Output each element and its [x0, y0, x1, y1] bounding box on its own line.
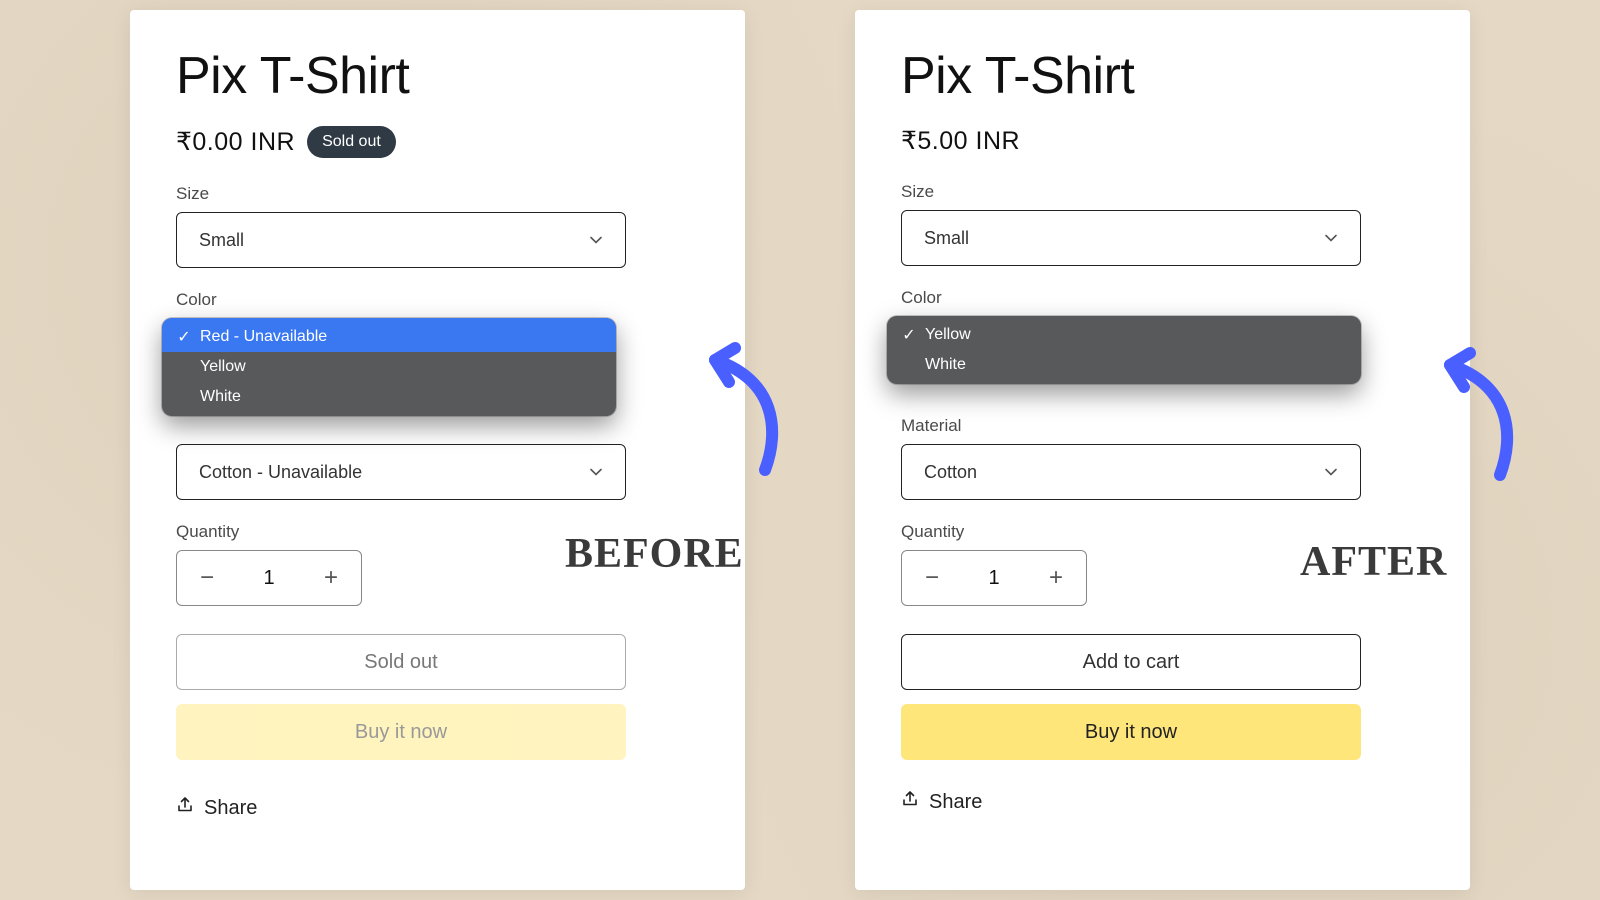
quantity-value: 1: [962, 567, 1026, 590]
buy-now-button[interactable]: Buy it now: [176, 704, 626, 760]
quantity-value: 1: [237, 567, 301, 590]
price-row: ₹0.00 INR Sold out: [176, 126, 699, 158]
color-option-red[interactable]: ✓ Red - Unavailable: [162, 318, 616, 352]
color-option-label: Yellow: [925, 326, 971, 344]
color-label: Color: [901, 288, 1424, 308]
color-option-label: Yellow: [200, 358, 246, 376]
after-caption: AFTER: [1300, 538, 1447, 586]
material-select-value: Cotton - Unavailable: [199, 462, 362, 483]
buy-now-button-label: Buy it now: [1085, 721, 1177, 744]
check-icon: ✓: [174, 327, 194, 347]
color-dropdown[interactable]: ✓ Red - Unavailable Yellow White: [162, 318, 616, 416]
chevron-down-icon: [1324, 231, 1338, 245]
size-select-value: Small: [924, 228, 969, 249]
size-label: Size: [901, 182, 1424, 202]
quantity-stepper: − 1 +: [176, 550, 362, 606]
size-select-value: Small: [199, 230, 244, 251]
color-option-label: White: [925, 356, 966, 374]
size-label: Size: [176, 184, 699, 204]
size-select[interactable]: Small: [901, 210, 1361, 266]
quantity-decrement-button[interactable]: −: [902, 551, 962, 605]
price-text: ₹0.00 INR: [176, 127, 295, 157]
after-card: Pix T-Shirt ₹5.00 INR Size Small Color ✓…: [855, 10, 1470, 890]
color-option-yellow[interactable]: Yellow: [162, 352, 616, 382]
quantity-increment-button[interactable]: +: [1026, 551, 1086, 605]
share-label: Share: [204, 797, 257, 820]
check-icon: ✓: [899, 325, 919, 345]
material-label: Material: [901, 416, 1424, 436]
material-select-value: Cotton: [924, 462, 977, 483]
material-select[interactable]: Cotton - Unavailable: [176, 444, 626, 500]
quantity-increment-button[interactable]: +: [301, 551, 361, 605]
soldout-button: Sold out: [176, 634, 626, 690]
color-option-yellow[interactable]: ✓ Yellow: [887, 316, 1361, 350]
chevron-down-icon: [1324, 465, 1338, 479]
share-button[interactable]: Share: [176, 796, 699, 820]
quantity-decrement-button[interactable]: −: [177, 551, 237, 605]
add-to-cart-button[interactable]: Add to cart: [901, 634, 1361, 690]
annotation-arrow-icon: [1420, 345, 1520, 475]
color-option-label: Red - Unavailable: [200, 328, 327, 346]
quantity-stepper: − 1 +: [901, 550, 1087, 606]
product-title: Pix T-Shirt: [901, 46, 1424, 106]
color-option-label: White: [200, 388, 241, 406]
size-select[interactable]: Small: [176, 212, 626, 268]
share-label: Share: [929, 791, 982, 814]
soldout-button-label: Sold out: [364, 651, 437, 674]
material-select[interactable]: Cotton: [901, 444, 1361, 500]
color-option-white[interactable]: White: [162, 382, 616, 416]
share-icon: [901, 790, 919, 814]
price-row: ₹5.00 INR: [901, 126, 1424, 156]
buy-now-button[interactable]: Buy it now: [901, 704, 1361, 760]
color-label: Color: [176, 290, 699, 310]
annotation-arrow-icon: [685, 340, 785, 470]
share-button[interactable]: Share: [901, 790, 1424, 814]
chevron-down-icon: [589, 233, 603, 247]
chevron-down-icon: [589, 465, 603, 479]
color-option-white[interactable]: White: [887, 350, 1361, 384]
buy-now-button-label: Buy it now: [355, 721, 447, 744]
soldout-badge: Sold out: [307, 126, 396, 158]
before-card: Pix T-Shirt ₹0.00 INR Sold out Size Smal…: [130, 10, 745, 890]
product-title: Pix T-Shirt: [176, 46, 699, 106]
share-icon: [176, 796, 194, 820]
before-caption: BEFORE: [565, 530, 744, 578]
price-text: ₹5.00 INR: [901, 126, 1020, 156]
color-dropdown[interactable]: ✓ Yellow White: [887, 316, 1361, 384]
add-to-cart-button-label: Add to cart: [1083, 651, 1180, 674]
